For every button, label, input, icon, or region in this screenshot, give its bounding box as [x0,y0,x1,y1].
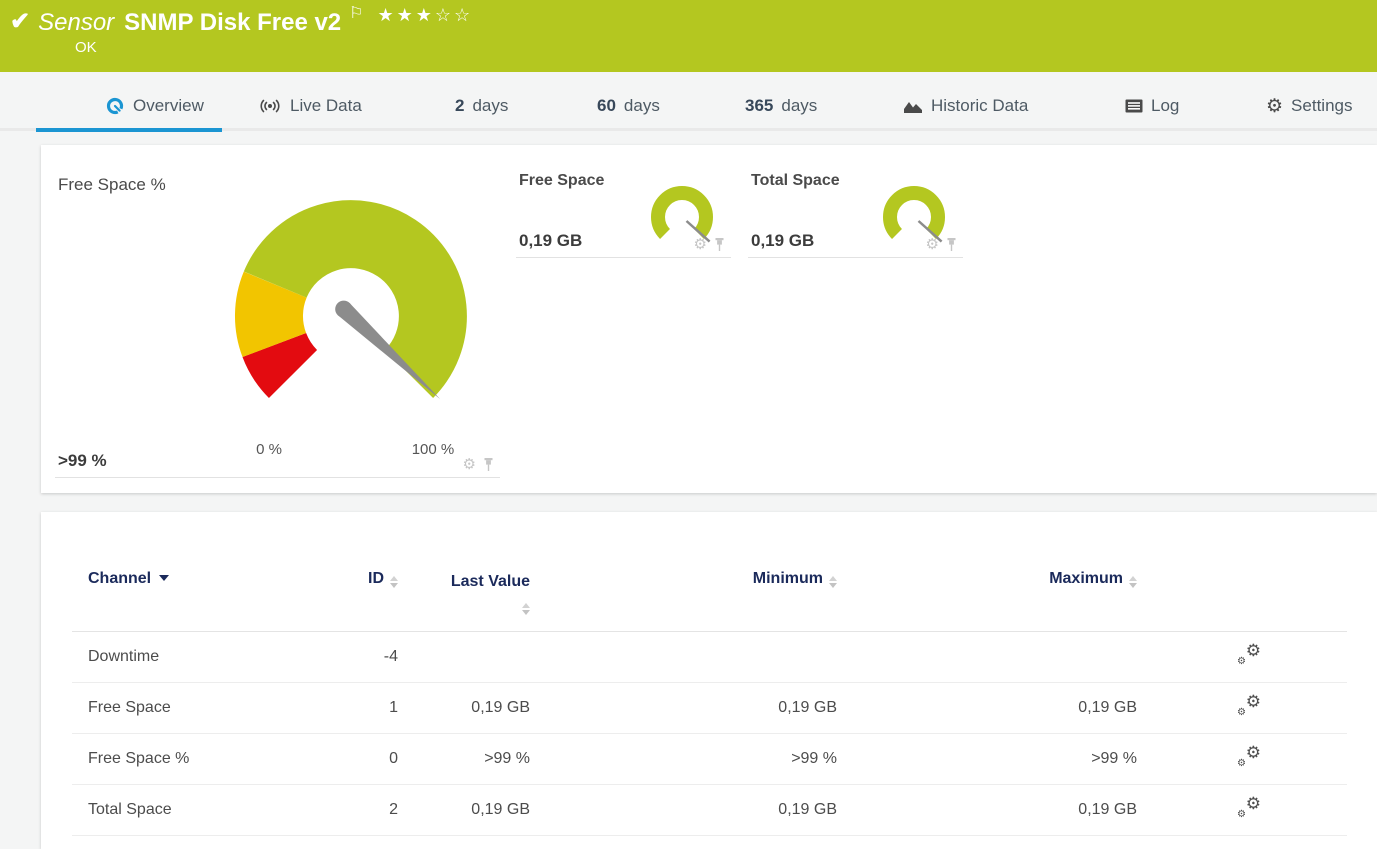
tile-pin-icon[interactable] [714,237,725,252]
channel-id: -4 [383,648,398,665]
channel-row: Downtime -4 ⚙ ⚙ [72,632,1347,683]
tile-gear-icon[interactable]: ⚙ [926,237,939,252]
object-kind-label: Sensor [38,9,115,36]
channel-table-card: Channel ID Last Value Minimum Maximum Do… [41,512,1377,849]
sensor-title: SNMP Disk Free v2 [124,9,342,36]
tab-overview-label: Overview [133,96,204,115]
tile-gear-icon[interactable]: ⚙ [463,457,476,472]
col-header-id[interactable]: ID [338,570,398,588]
col-header-minimum[interactable]: Minimum [530,570,837,588]
log-list-icon [1125,99,1143,113]
tab-settings-label: Settings [1291,96,1353,115]
sort-icon[interactable] [390,576,398,588]
channel-id: 0 [389,750,398,767]
channel-name: Total Space [88,801,172,818]
channel-settings-icon[interactable]: ⚙ ⚙ [1237,692,1261,718]
channel-table-body: Downtime -4 ⚙ ⚙ Free Space 1 0,19 GB 0,19… [72,632,1347,836]
channel-name: Free Space % [88,750,190,767]
channel-minimum: >99 % [791,750,837,767]
tab-historic-data-label: Historic Data [931,96,1029,115]
active-tab-underline [36,128,222,132]
settings-gear-icon: ⚙ [1266,95,1284,117]
channel-settings-icon[interactable]: ⚙ ⚙ [1237,743,1261,769]
channel-row: Free Space 1 0,19 GB 0,19 GB 0,19 GB ⚙ ⚙ [72,683,1347,734]
tab-overview[interactable]: Overview [105,96,204,116]
gauge-segment-yellow [235,271,308,358]
stars-empty[interactable]: ☆☆ [435,5,473,25]
gauge-tile-free-space: Free Space 0,19 GB ⚙ [516,165,731,258]
channel-last-value: 0,19 GB [471,699,530,716]
tab-2-days-label: days [472,96,509,115]
channel-row: Free Space % 0 >99 % >99 % >99 % ⚙ ⚙ [72,734,1347,785]
channel-id: 1 [389,699,398,716]
channel-last-value: 0,19 GB [471,801,530,818]
tab-live-data-label: Live Data [290,96,362,115]
tab-log-label: Log [1151,96,1180,115]
tab-60-days[interactable]: 60 days [597,96,660,116]
channel-settings-icon[interactable]: ⚙ ⚙ [1237,794,1261,820]
area-chart-icon [903,98,923,114]
gauge-icon [105,96,125,116]
tab-bar: Overview Live Data 2 days 60 days 365 da… [0,72,1377,134]
channel-last-value: >99 % [484,750,530,767]
channel-table: Channel ID Last Value Minimum Maximum Do… [72,512,1347,836]
tab-60-days-number: 60 [597,96,616,115]
channel-maximum: >99 % [1091,750,1137,767]
gauge-value: 0,19 GB [751,231,815,250]
flag-icon[interactable]: ⚐ [349,6,363,22]
gauge-arc [651,186,713,239]
sort-icon[interactable] [829,576,837,588]
sort-icon[interactable] [522,603,530,615]
channel-minimum: 0,19 GB [778,801,837,818]
channel-id: 2 [389,801,398,818]
tab-historic-data[interactable]: Historic Data [903,96,1028,116]
channel-minimum: 0,19 GB [778,699,837,716]
tab-live-data[interactable]: Live Data [258,96,362,116]
col-header-maximum[interactable]: Maximum [837,570,1137,588]
status-check-icon: ✔ [10,8,31,35]
gauge-segment-red [242,331,319,399]
gauge-tile-total-space: Total Space 0,19 GB ⚙ [748,165,963,258]
channel-settings-icon[interactable]: ⚙ ⚙ [1237,641,1261,667]
tab-365-days-number: 365 [745,96,774,115]
channel-maximum: 0,19 GB [1078,801,1137,818]
channel-name: Free Space [88,699,171,716]
overview-gauges-card: Free Space % 0 % 100 % >99 % ⚙ Free Spac… [41,145,1377,493]
sort-desc-icon[interactable] [159,575,170,581]
sort-icon[interactable] [1129,576,1137,588]
gauge-value: 0,19 GB [519,231,583,250]
gauge-max-label: 100 % [411,441,455,458]
priority-stars[interactable]: ★★★☆☆ [378,5,474,26]
col-header-last-value[interactable]: Last Value [398,570,530,618]
free-space-pct-gauge [235,200,467,399]
channel-maximum: 0,19 GB [1078,699,1137,716]
gauge-value: >99 % [58,451,107,470]
gauge-min-label: 0 % [256,441,282,458]
sensor-status-text: OK [75,39,97,56]
stars-filled[interactable]: ★★★ [378,5,435,25]
tab-365-days[interactable]: 365 days [745,96,817,116]
channel-name: Downtime [88,648,160,665]
tab-2-days-number: 2 [455,96,465,115]
tab-365-days-label: days [781,96,818,115]
channel-table-header: Channel ID Last Value Minimum Maximum [72,560,1347,632]
tile-pin-icon[interactable] [946,237,957,252]
tab-2-days[interactable]: 2 days [455,96,508,116]
tile-gear-icon[interactable]: ⚙ [694,237,707,252]
channel-row: Total Space 2 0,19 GB 0,19 GB 0,19 GB ⚙ ⚙ [72,785,1347,836]
gauge-tile-free-space-pct: Free Space % 0 % 100 % >99 % ⚙ [55,165,500,478]
sensor-header: ✔ Sensor SNMP Disk Free v2 ⚐ ★★★☆☆ OK [0,0,1377,72]
tab-60-days-label: days [623,96,660,115]
tab-log[interactable]: Log [1125,96,1179,116]
col-header-channel[interactable]: Channel [88,570,338,588]
tile-pin-icon[interactable] [483,457,494,472]
live-data-icon [258,96,282,116]
tab-settings[interactable]: ⚙ Settings [1266,96,1352,116]
gauge-arc [883,186,945,239]
